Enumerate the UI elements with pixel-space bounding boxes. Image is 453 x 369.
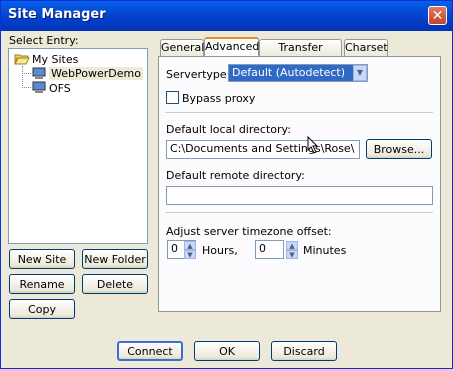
tab-advanced[interactable]: Advanced: [204, 37, 259, 56]
local-dir-label: Default local directory:: [166, 123, 291, 136]
tree-item-ofs[interactable]: OFS: [49, 82, 71, 95]
minutes-down-icon[interactable]: ▼: [286, 250, 298, 259]
site-tree[interactable]: My Sites WebPowerDemo OFS: [8, 48, 148, 244]
remote-dir-input[interactable]: [166, 186, 433, 205]
minutes-up-icon[interactable]: ▲: [286, 241, 298, 250]
new-folder-button[interactable]: New Folder: [82, 249, 148, 269]
tree-item-webpowerdemo[interactable]: WebPowerDemo: [49, 67, 143, 80]
timezone-label: Adjust server timezone offset:: [166, 225, 332, 238]
mouse-cursor-icon: [307, 136, 319, 154]
folder-open-icon: [14, 53, 30, 65]
separator: [165, 212, 433, 214]
bypass-proxy-label: Bypass proxy: [182, 92, 256, 105]
rename-button[interactable]: Rename: [9, 274, 75, 294]
delete-button[interactable]: Delete: [82, 274, 148, 294]
discard-button[interactable]: Discard: [271, 341, 337, 361]
advanced-panel: Servertype: Default (Autodetect) ▼ Bypas…: [158, 56, 441, 312]
site-manager-window: Site Manager ✕ Select Entry: My Sites We…: [0, 0, 453, 369]
minutes-label: Minutes: [303, 244, 347, 257]
bypass-proxy-checkbox[interactable]: [166, 91, 179, 104]
computer-icon: [32, 81, 46, 94]
computer-icon: [32, 67, 46, 80]
servertype-label: Servertype:: [166, 68, 231, 81]
ok-button[interactable]: OK: [194, 341, 260, 361]
copy-button[interactable]: Copy: [9, 299, 75, 319]
hours-value: 0: [171, 242, 178, 255]
servertype-value: Default (Autodetect): [232, 66, 346, 79]
remote-dir-label: Default remote directory:: [166, 169, 305, 182]
hours-label: Hours,: [202, 244, 238, 257]
browse-button[interactable]: Browse...: [366, 139, 432, 159]
tab-charset[interactable]: Charset: [344, 39, 388, 56]
local-dir-value: C:\Documents and Settings\Rose\ Baldwin\: [170, 142, 359, 155]
close-button[interactable]: ✕: [428, 6, 447, 25]
select-entry-label: Select Entry:: [9, 34, 79, 47]
servertype-select[interactable]: Default (Autodetect): [228, 64, 368, 82]
tab-transfer-settings[interactable]: Transfer settings: [259, 39, 342, 70]
close-icon: ✕: [431, 8, 444, 24]
connect-button[interactable]: Connect: [117, 341, 183, 361]
local-dir-input[interactable]: C:\Documents and Settings\Rose\ Baldwin\: [166, 140, 360, 159]
separator: [165, 112, 433, 114]
tab-general[interactable]: General: [160, 39, 204, 56]
hours-down-icon[interactable]: ▼: [184, 250, 196, 259]
title-bar[interactable]: Site Manager ✕: [1, 1, 452, 31]
minutes-value: 0: [259, 242, 266, 255]
window-title: Site Manager: [8, 7, 106, 22]
hours-up-icon[interactable]: ▲: [184, 241, 196, 250]
tree-item-my-sites[interactable]: My Sites: [32, 53, 78, 66]
minutes-input[interactable]: 0: [255, 240, 284, 259]
new-site-button[interactable]: New Site: [9, 249, 75, 269]
chevron-down-icon[interactable]: ▼: [353, 65, 367, 81]
